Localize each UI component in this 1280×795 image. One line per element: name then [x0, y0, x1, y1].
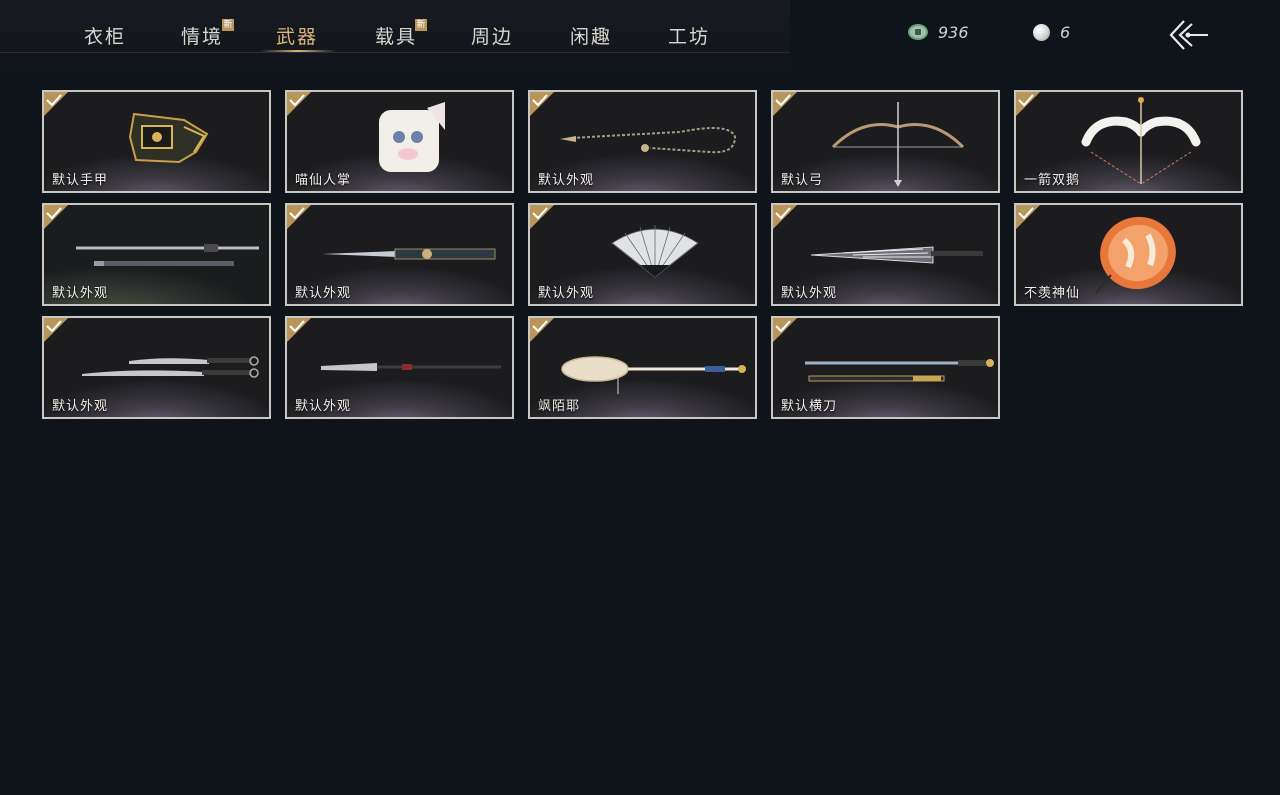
owned-check-icon [530, 92, 554, 116]
owned-check-icon [530, 205, 554, 229]
owned-check-icon [287, 205, 311, 229]
item-card[interactable]: 喵仙人掌 [285, 90, 514, 193]
item-name: 默认横刀 [781, 399, 838, 414]
item-card[interactable]: 默认外观 [528, 203, 757, 306]
owned-check-icon [773, 92, 797, 116]
jade-coin-icon [908, 24, 928, 40]
item-card[interactable]: 默认外观 [42, 316, 271, 419]
item-name: 默认弓 [781, 173, 824, 188]
jade-coin-balance[interactable]: 936 [908, 20, 969, 44]
owned-check-icon [773, 205, 797, 229]
tab-weapons[interactable]: 武器 [276, 22, 318, 49]
owned-check-icon [44, 205, 68, 229]
item-name: 默认外观 [52, 286, 109, 301]
tab-scene[interactable]: 情境 [181, 22, 223, 49]
owned-check-icon [773, 318, 797, 342]
owned-check-icon [44, 92, 68, 116]
item-name: 喵仙人掌 [295, 173, 352, 188]
owned-check-icon [1016, 205, 1040, 229]
owned-check-icon [287, 92, 311, 116]
pearl-icon [1033, 23, 1050, 41]
item-name: 默认外观 [781, 286, 838, 301]
item-name: 默认外观 [52, 399, 109, 414]
pearl-balance[interactable]: 6 [1033, 20, 1070, 44]
owned-check-icon [287, 318, 311, 342]
item-card[interactable]: 一箭双鹅 [1014, 90, 1243, 193]
item-card[interactable]: 默认外观 [42, 203, 271, 306]
item-card[interactable]: 不羡神仙 [1014, 203, 1243, 306]
item-name: 默认外观 [538, 286, 595, 301]
jade-coin-amount: 936 [938, 22, 969, 42]
tab-workshop[interactable]: 工坊 [668, 22, 710, 49]
tab-leisure[interactable]: 闲趣 [570, 22, 612, 49]
top-bar: 衣柜 情境 新 武器 载具 新 周边 闲趣 工坊 [0, 0, 790, 74]
item-card[interactable]: 飒陌耶 [528, 316, 757, 419]
tab-wardrobe[interactable]: 衣柜 [84, 22, 126, 49]
item-card[interactable]: 默认外观 [285, 203, 514, 306]
item-name: 不羡神仙 [1024, 286, 1081, 301]
item-card[interactable]: 默认外观 [285, 316, 514, 419]
tab-merch[interactable]: 周边 [471, 22, 513, 49]
active-tab-indicator [260, 50, 336, 52]
item-name: 默认外观 [538, 173, 595, 188]
new-badge: 新 [222, 19, 234, 31]
item-card[interactable]: 默认弓 [771, 90, 1000, 193]
item-name: 默认外观 [295, 399, 352, 414]
item-card[interactable]: 默认横刀 [771, 316, 1000, 419]
category-tabs: 衣柜 情境 新 武器 载具 新 周边 闲趣 工坊 [0, 0, 790, 53]
owned-check-icon [530, 318, 554, 342]
item-name: 默认外观 [295, 286, 352, 301]
item-card[interactable]: 默认手甲 [42, 90, 271, 193]
new-badge: 新 [415, 19, 427, 31]
tab-vehicles[interactable]: 载具 [375, 22, 417, 49]
back-arrow-icon[interactable] [1166, 18, 1210, 52]
owned-check-icon [1016, 92, 1040, 116]
item-card[interactable]: 默认外观 [771, 203, 1000, 306]
item-name: 默认手甲 [52, 173, 109, 188]
owned-check-icon [44, 318, 68, 342]
item-name: 一箭双鹅 [1024, 173, 1081, 188]
item-name: 飒陌耶 [538, 399, 581, 414]
pearl-amount: 6 [1060, 22, 1071, 42]
item-card[interactable]: 默认外观 [528, 90, 757, 193]
